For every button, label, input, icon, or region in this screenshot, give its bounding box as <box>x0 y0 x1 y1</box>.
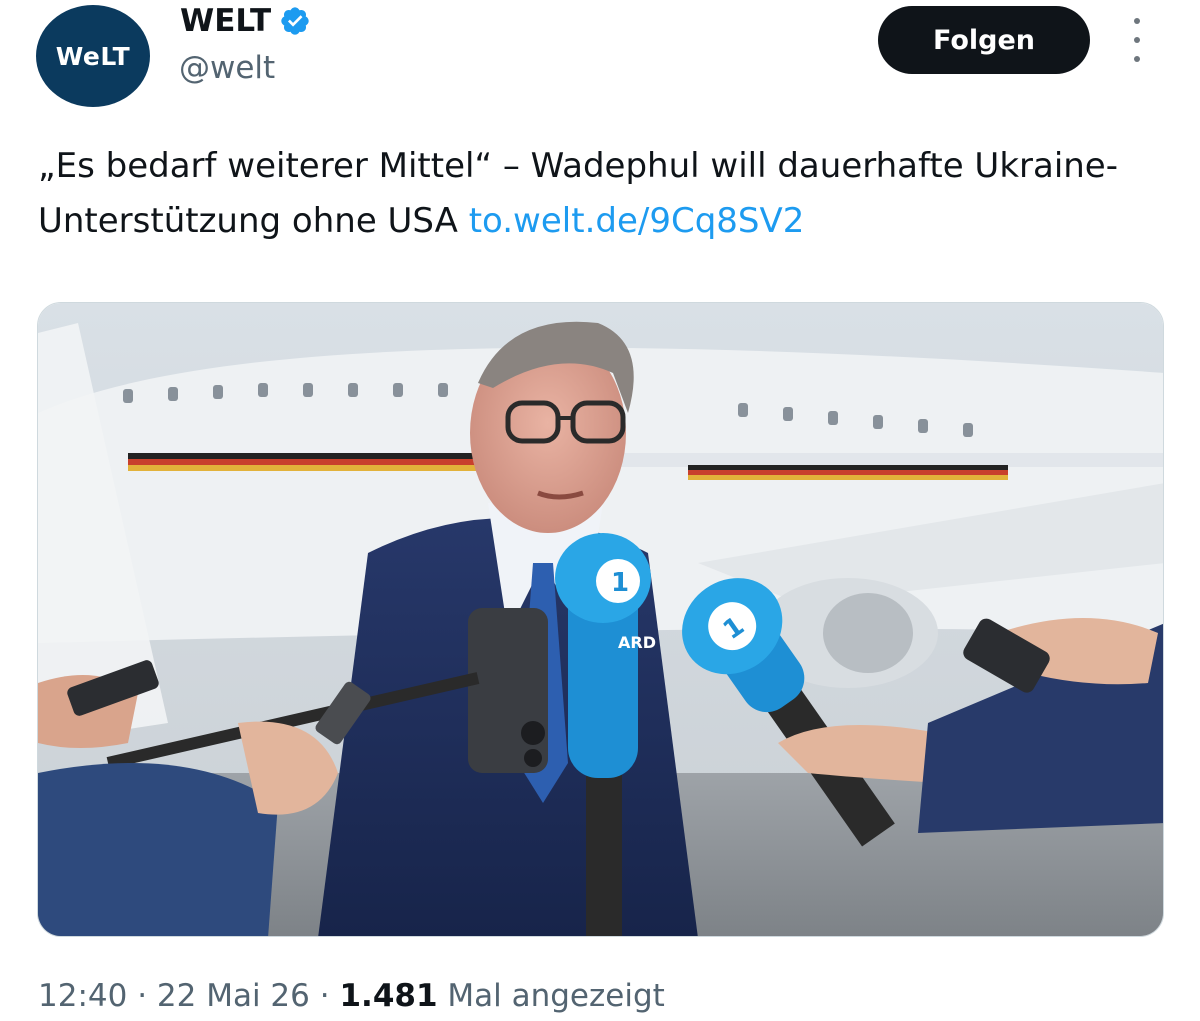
account-name[interactable]: WELT <box>180 3 311 39</box>
views-count: 1.481 <box>339 978 438 1014</box>
more-options-icon[interactable] <box>1128 18 1146 62</box>
meta-separator: · <box>319 978 330 1014</box>
avatar-logo: WeLT <box>55 41 131 71</box>
views-label: Mal angezeigt <box>447 978 665 1014</box>
tweet-time[interactable]: 12:40 <box>38 978 127 1014</box>
tweet-photo[interactable]: 1 1 ARD <box>37 302 1164 937</box>
tweet-metadata: 12:40 · 22 Mai 26 · 1.481 Mal angezeigt <box>38 978 665 1014</box>
avatar[interactable]: WeLT <box>36 5 150 107</box>
tweet: WeLT WELT @welt Folgen „Es bedarf weiter… <box>0 0 1200 1021</box>
tweet-date[interactable]: 22 Mai 26 <box>157 978 310 1014</box>
mic-label: ARD <box>618 633 656 652</box>
account-name-label: WELT <box>180 3 272 39</box>
account-handle[interactable]: @welt <box>179 50 275 86</box>
follow-button[interactable]: Folgen <box>878 6 1090 74</box>
tweet-link[interactable]: to.welt.de/9Cq8SV2 <box>469 201 805 241</box>
svg-text:1: 1 <box>611 568 629 598</box>
photo-illustration: 1 1 <box>38 303 1163 936</box>
verified-badge-icon <box>281 7 309 35</box>
meta-separator: · <box>137 978 148 1014</box>
tweet-text: „Es bedarf weiterer Mittel“ – Wadephul w… <box>38 139 1168 249</box>
